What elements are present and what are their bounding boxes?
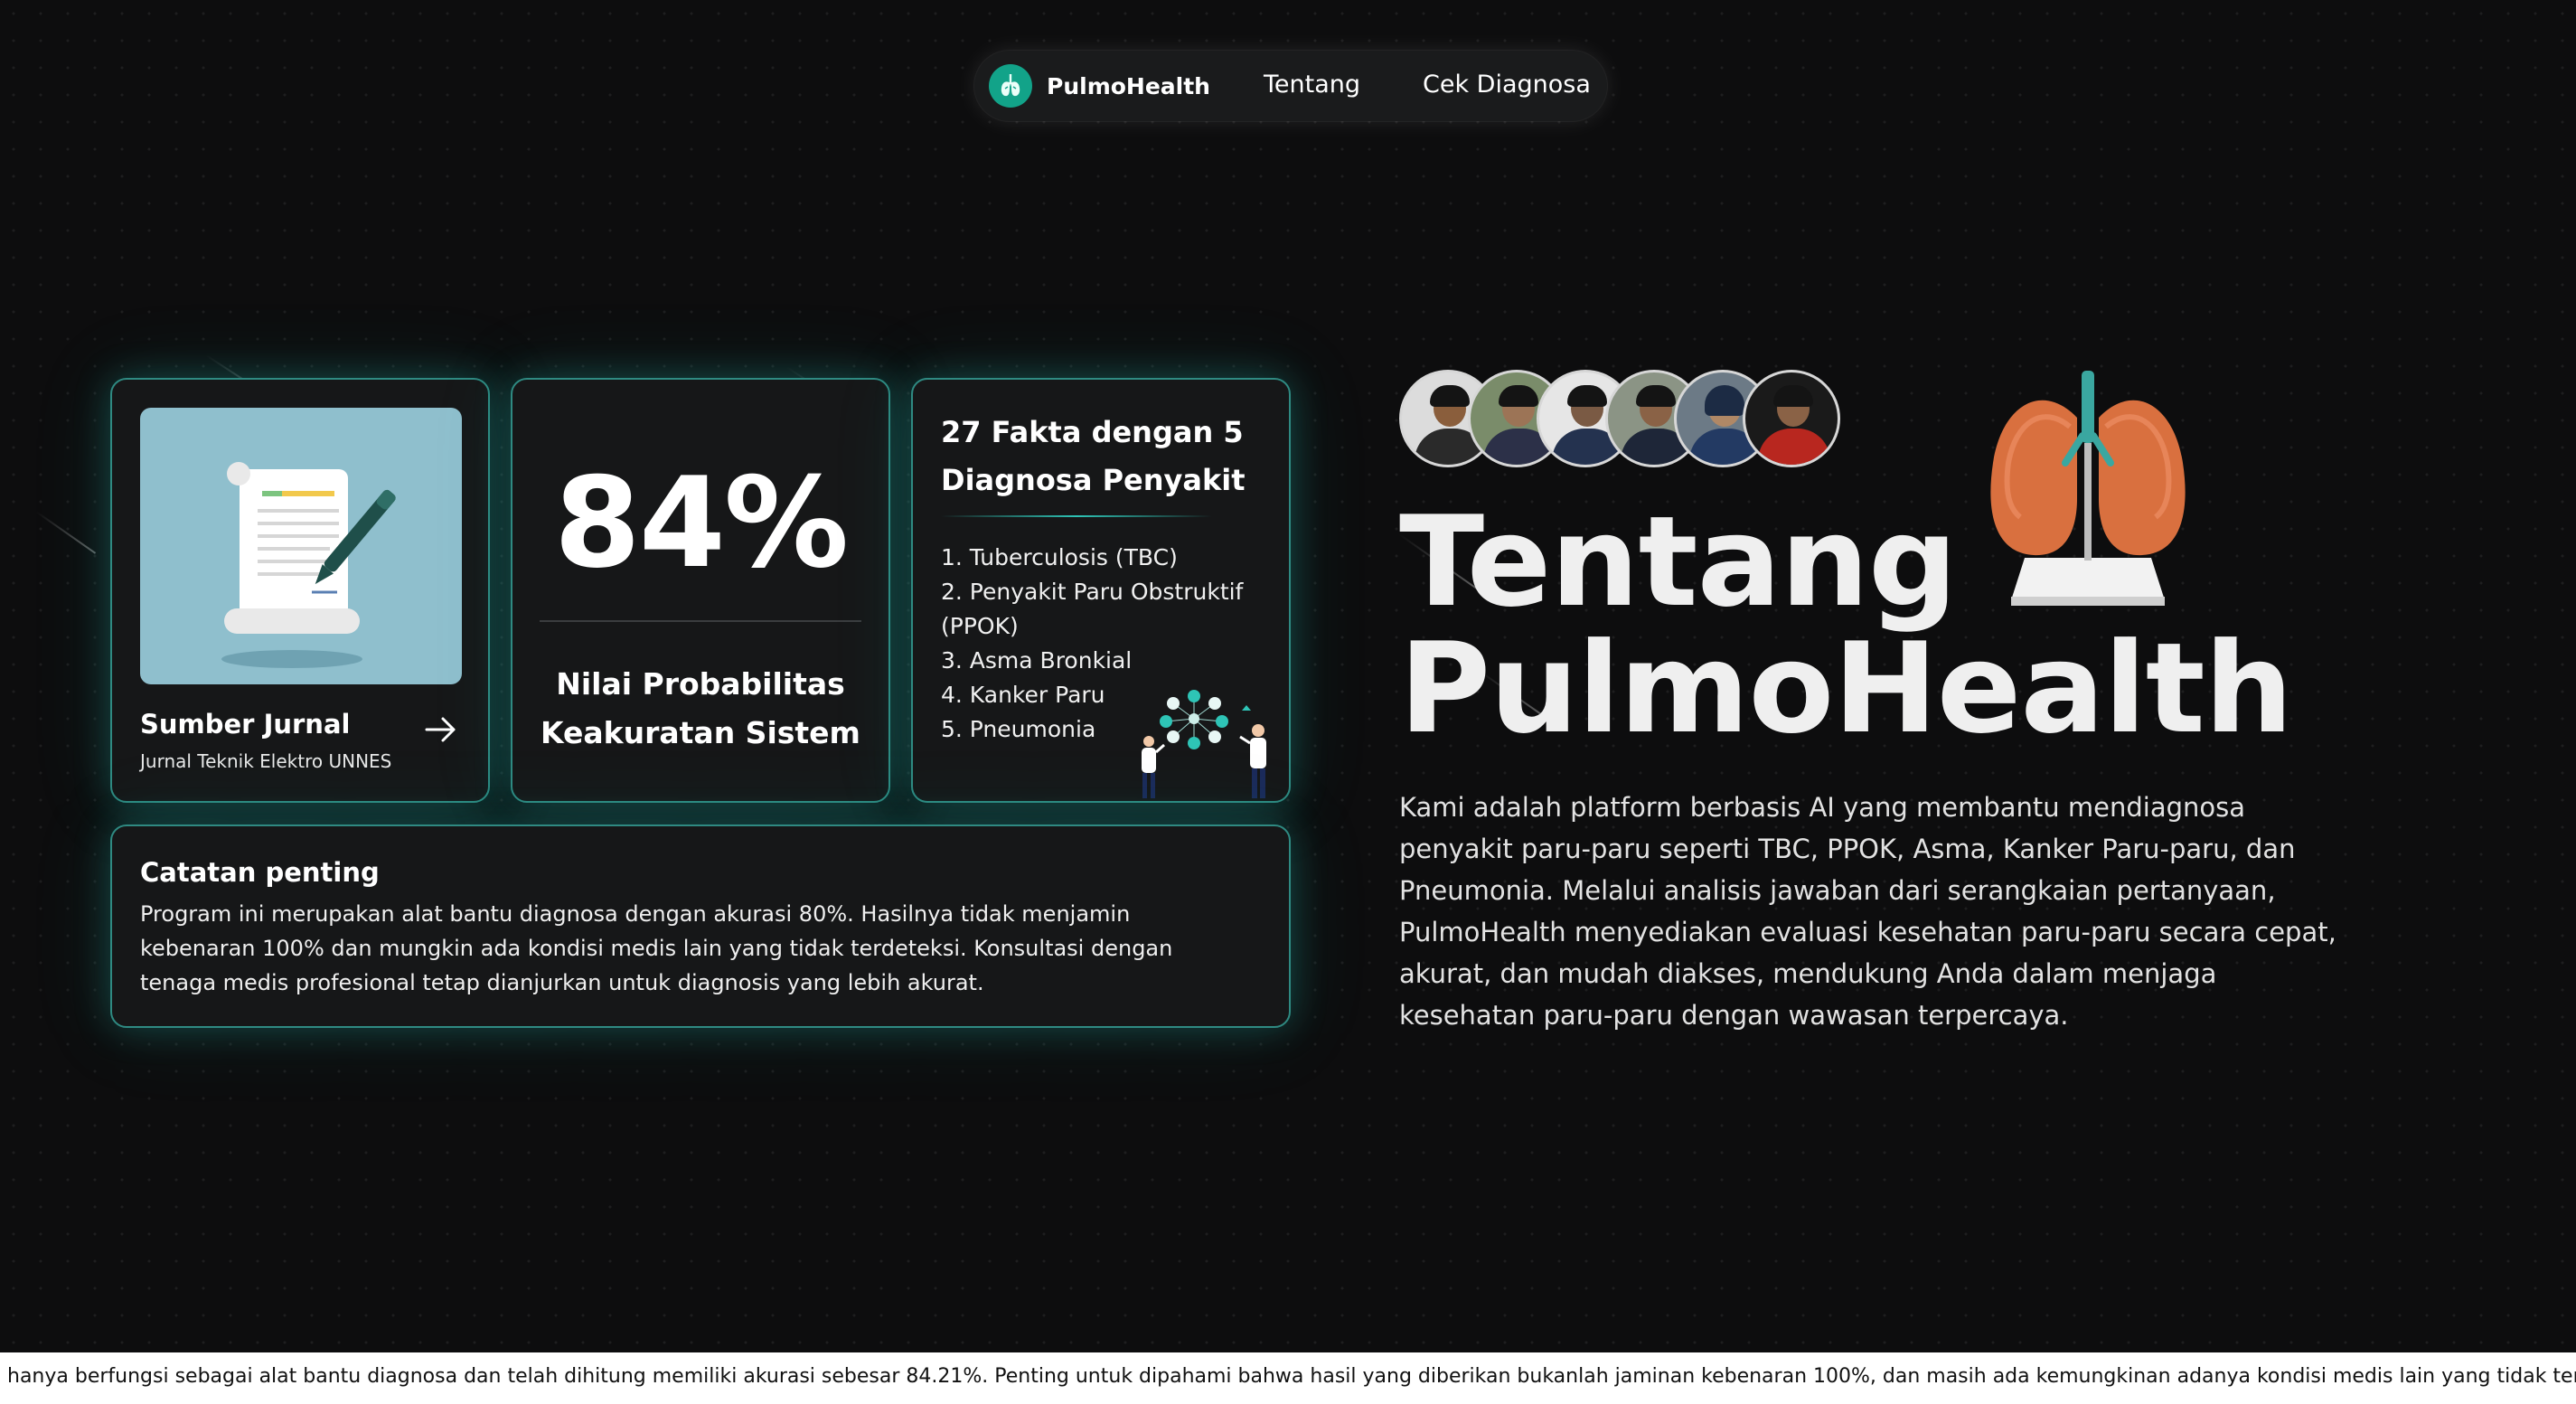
lungs-icon[interactable] <box>989 64 1032 108</box>
important-note-card: Catatan penting Program ini merupakan al… <box>110 824 1291 1028</box>
list-item: 1. Tuberculosis (TBC) <box>941 544 1178 570</box>
note-body: Program ini merupakan alat bantu diagnos… <box>140 901 1173 995</box>
disclaimer-ticker: hanya berfungsi sebagai alat bantu diagn… <box>0 1352 2576 1404</box>
list-item: 2. Penyakit Paru Obstruktif (PPOK) <box>941 579 1244 639</box>
hero-title: Tentang PulmoHealth <box>1399 489 2293 761</box>
accuracy-label-line2: Keakuratan Sistem <box>541 715 860 750</box>
list-item: 3. Asma Bronkial <box>941 647 1133 674</box>
accuracy-label-line1: Nilai Probabilitas <box>556 666 845 702</box>
hero-title-line2: PulmoHealth <box>1399 616 2293 761</box>
note-title: Catatan penting <box>140 857 380 888</box>
source-journal-card[interactable]: Sumber Jurnal Jurnal Teknik Elektro UNNE… <box>110 378 490 803</box>
divider <box>941 515 1212 517</box>
divider <box>540 620 861 622</box>
source-subtitle: Jurnal Teknik Elektro UNNES <box>140 750 392 772</box>
accuracy-card: 84% Nilai Probabilitas Keakuratan Sistem <box>511 378 890 803</box>
team-network-illustration <box>1126 687 1280 804</box>
decorative-streak <box>35 511 97 554</box>
nav-link-tentang[interactable]: Tentang <box>1264 71 1360 99</box>
facts-title-line1: 27 Fakta dengan 5 <box>941 415 1244 449</box>
avatar <box>1743 370 1840 467</box>
accuracy-label: Nilai Probabilitas Keakuratan Sistem <box>531 660 870 758</box>
facts-card: 27 Fakta dengan 5 Diagnosa Penyakit 1. T… <box>911 378 1291 803</box>
hero-description: Kami adalah platform berbasis AI yang me… <box>1399 792 2336 1031</box>
ticker-text: hanya berfungsi sebagai alat bantu diagn… <box>7 1365 2576 1388</box>
brand-link[interactable]: PulmoHealth <box>1047 73 1210 99</box>
hero-title-line1: Tentang <box>1399 489 1958 635</box>
facts-title-line2: Diagnosa Penyakit <box>941 463 1246 497</box>
source-title: Sumber Jurnal <box>140 709 351 740</box>
arrow-right-icon[interactable] <box>425 716 457 747</box>
team-avatars <box>1399 370 1840 467</box>
top-nav: PulmoHealth Tentang Cek Diagnosa <box>974 51 1607 121</box>
document-signing-illustration <box>140 408 462 684</box>
nav-link-cek-diagnosa[interactable]: Cek Diagnosa <box>1423 71 1591 99</box>
accuracy-value: 84% <box>553 450 849 596</box>
facts-title: 27 Fakta dengan 5 Diagnosa Penyakit <box>941 409 1275 504</box>
